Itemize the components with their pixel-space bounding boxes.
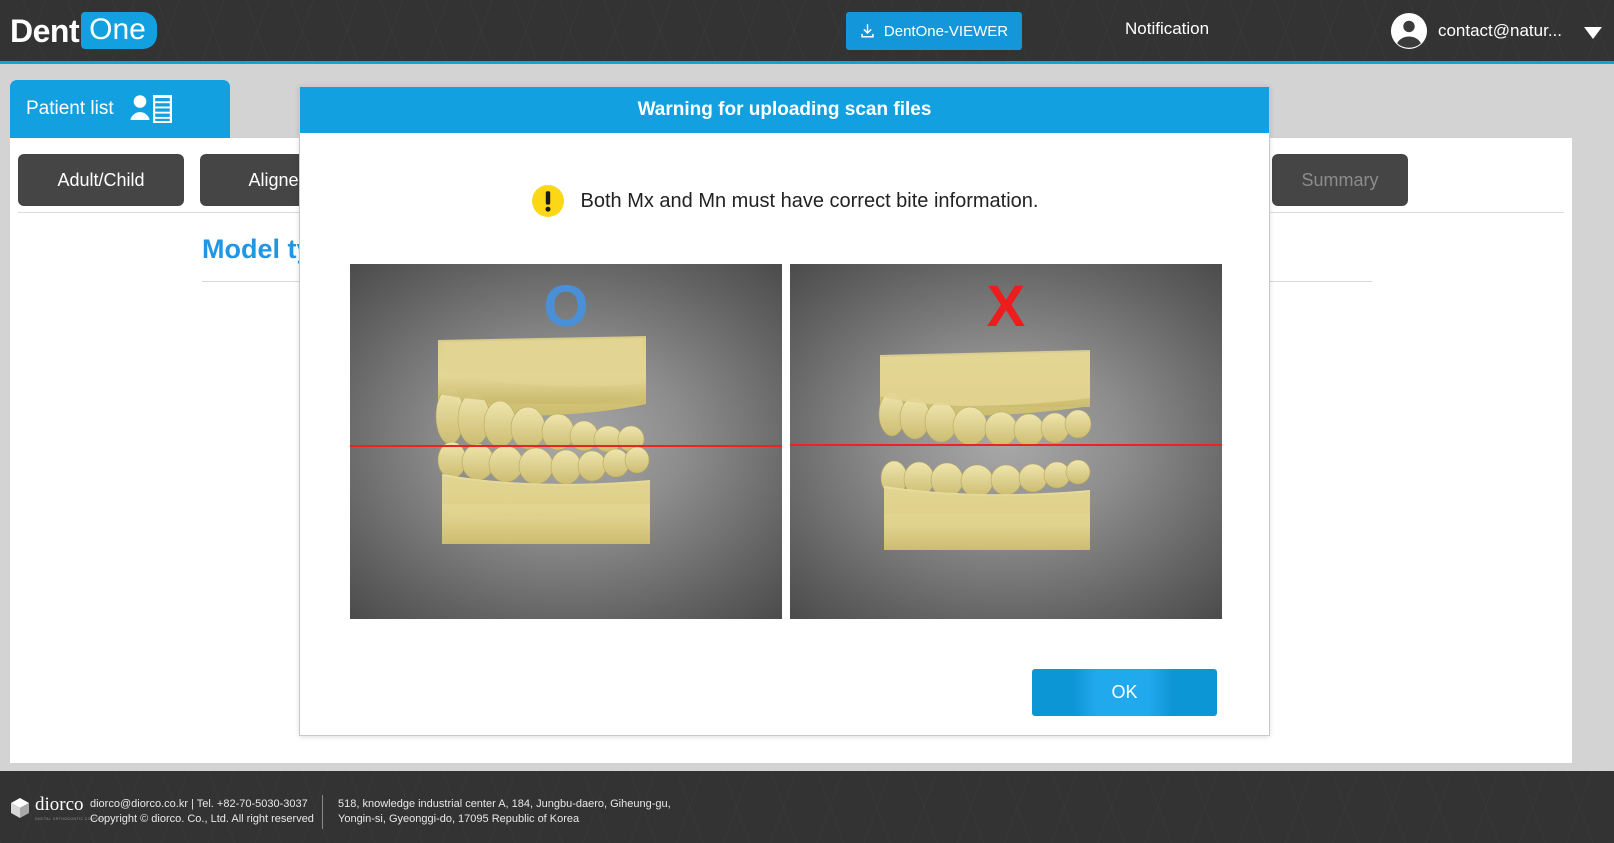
logo-text-one: One: [89, 13, 146, 46]
patient-list-tab[interactable]: Patient list: [10, 80, 230, 138]
warning-modal: Warning for uploading scan files Both Mx…: [299, 86, 1270, 736]
dental-model-correct: [435, 336, 650, 544]
bite-example-incorrect: X: [790, 264, 1222, 619]
footer-contact-line-1: diorco@diorco.co.kr | Tel. +82-70-5030-3…: [90, 798, 308, 810]
footer-address-line-1: 518, knowledge industrial center A, 184,…: [338, 798, 671, 810]
modal-message-row: Both Mx and Mn must have correct bite in…: [300, 184, 1269, 218]
tab-adult-child[interactable]: Adult/Child: [18, 154, 184, 206]
logo-text-dent: Dent: [10, 12, 80, 49]
logo-badge-one: One: [81, 12, 157, 49]
app-logo: Dent One: [10, 12, 157, 49]
footer-address-line-2: Yongin-si, Gyeonggi-do, 17095 Republic o…: [338, 812, 580, 825]
notification-link[interactable]: Notification: [1125, 19, 1209, 39]
modal-title-bar: Warning for uploading scan files: [300, 87, 1269, 133]
dentone-viewer-label: DentOne-VIEWER: [883, 22, 1009, 40]
dentone-viewer-button[interactable]: DentOne-VIEWER: [846, 12, 1022, 50]
footer-contact-block: diorco@diorco.co.kr | Tel. +82-70-5030-3…: [90, 797, 314, 827]
download-icon: [861, 23, 874, 37]
modal-title: Warning for uploading scan files: [637, 99, 932, 120]
user-email-label: contact@natur...: [1437, 21, 1562, 40]
bite-example-correct: O: [350, 264, 782, 619]
footer-divider: [322, 795, 323, 829]
bite-examples: O X: [350, 264, 1222, 619]
bite-reference-line-incorrect: [790, 444, 1222, 446]
cube-logo-icon: [11, 798, 29, 818]
footer-address-block: 518, knowledge industrial center A, 184,…: [338, 797, 671, 827]
exclamation-circle-icon: [531, 185, 564, 217]
dental-model-incorrect: [878, 350, 1092, 550]
footer-contact-line-2: Copyright © diorco. Co., Ltd. All right …: [90, 812, 314, 825]
user-menu[interactable]: contact@natur...: [1390, 12, 1602, 50]
user-avatar-icon: [1390, 12, 1428, 50]
app-footer: diorco DIGITAL ORTHODONTIC COMPANY diorc…: [0, 771, 1614, 843]
bite-reference-line-correct: [350, 445, 782, 447]
app-header: Dent One DentOne-VIEWER Notification con…: [0, 0, 1614, 64]
section-title-model-type: Model ty: [202, 234, 312, 264]
summary-button[interactable]: Summary: [1272, 154, 1408, 206]
modal-message: Both Mx and Mn must have correct bite in…: [580, 189, 1039, 212]
chevron-down-icon[interactable]: [1584, 26, 1602, 39]
patient-list-label: Patient list: [26, 98, 114, 119]
patient-list-icon: [130, 95, 172, 123]
ok-button[interactable]: OK: [1032, 669, 1217, 716]
